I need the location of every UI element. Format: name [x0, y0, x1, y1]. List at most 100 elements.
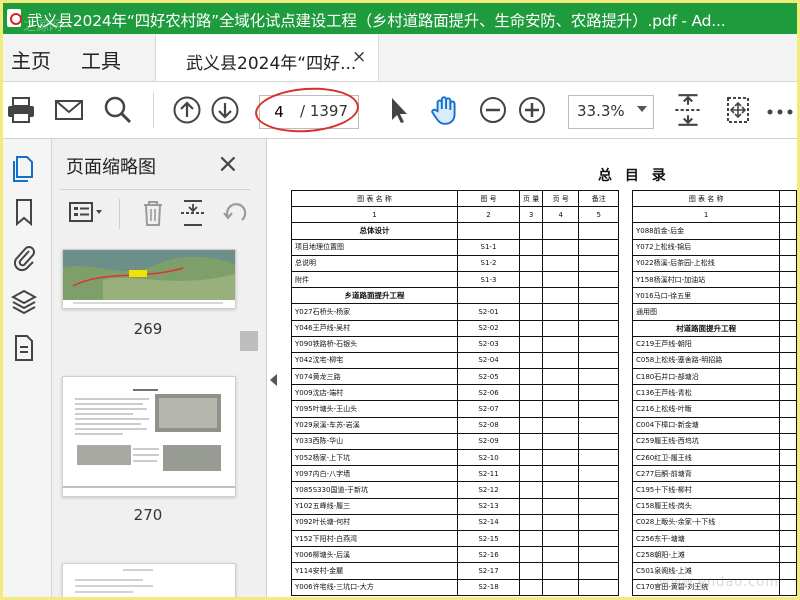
table-row: C136王芦线-青松	[631, 384, 797, 402]
table-cell: 4	[542, 206, 580, 224]
table-cell: S2-17	[457, 562, 520, 580]
collapse-panel-icon[interactable]	[270, 374, 277, 386]
table-cell	[518, 432, 544, 451]
tab-close-icon[interactable]: ×	[352, 47, 366, 67]
table-cell: Y052杨家-上下坑	[291, 448, 458, 467]
table-cell: 附件	[291, 270, 458, 289]
search-icon[interactable]	[102, 94, 134, 126]
table-cell: C136王芦线-青松	[631, 384, 781, 402]
navigation-rail	[3, 139, 52, 597]
hand-tool-icon[interactable]	[428, 93, 462, 127]
table-cell	[542, 303, 580, 321]
zoom-dropdown[interactable]: 33.3%	[568, 95, 654, 129]
select-cursor-icon[interactable]	[383, 94, 415, 126]
document-tab[interactable]: 武义县2024年“四好... ×	[155, 35, 379, 81]
table-cell: Y095叶塘头-王山头	[291, 400, 458, 418]
table-cell: C216上松线-叶畈	[631, 400, 781, 418]
fit-page-icon[interactable]	[671, 92, 705, 128]
table-row: C259履王线-西坞坑	[631, 432, 797, 451]
table-row: Y009沈店-端村 S2-06	[291, 384, 620, 402]
table-cell	[779, 238, 797, 256]
doc-thumbnail	[63, 389, 235, 488]
table-cell	[542, 335, 580, 353]
table-row: 项目地理位置图 S1-1	[291, 238, 620, 256]
table-cell: 村道路面提升工程	[631, 319, 781, 337]
table-cell: S2-09	[457, 432, 520, 451]
table-cell: Y022杨溪-后茶园-上松线	[631, 254, 781, 272]
thumbnail-page-next[interactable]	[62, 563, 236, 597]
full-screen-icon[interactable]	[722, 94, 754, 126]
extract-page-icon[interactable]	[178, 197, 208, 229]
table-cell: 图 表 名 称	[291, 189, 458, 208]
table-cell	[779, 562, 797, 580]
thumbnail-options-icon[interactable]	[68, 197, 106, 229]
table-cell	[578, 432, 620, 451]
table-cell	[518, 384, 544, 402]
attachments-icon[interactable]	[11, 242, 37, 272]
table-cell	[779, 546, 797, 564]
page-thumbnails-icon[interactable]	[11, 153, 37, 183]
table-cell: C258朝阳-上滩	[631, 546, 781, 564]
table-cell: Y006柳塘头-后溪	[291, 546, 458, 564]
rotate-page-icon[interactable]	[220, 197, 250, 229]
zoom-out-icon[interactable]	[477, 94, 509, 126]
table-cell: C259履王线-西坞坑	[631, 432, 781, 451]
table-cell	[542, 465, 580, 483]
more-options-icon[interactable]	[765, 94, 795, 126]
menu-tools[interactable]: 工具	[81, 45, 121, 74]
table-cell: 总说明	[291, 254, 458, 272]
table-row: Y085S330国道-于新坑 S2-12	[291, 481, 620, 499]
table-cell	[779, 254, 797, 272]
document-viewport[interactable]: 总 目 录 图 表 名 称图 号页 量页 号备注 1 2 3 4 5 总体设计 项目地理位置图…	[280, 139, 797, 597]
delete-page-icon[interactable]	[138, 197, 168, 229]
next-page-icon[interactable]	[209, 94, 241, 126]
print-icon[interactable]	[5, 94, 37, 126]
table-cell: Y114安村-金麓	[291, 562, 458, 580]
table-cell: Y158杨溪村口-加油站	[631, 270, 781, 289]
table-cell	[542, 529, 580, 548]
table-cell	[779, 270, 797, 289]
acrobat-window: 武义县2024年“四好农村路”全域化试点建设工程（乡村道路面提升、生命安防、农路…	[0, 0, 800, 600]
toc-table-right: 图 表 名 称 1 Y088前金-后金 Y072上松线-锦后 Y022杨溪-后茶园-上松…	[631, 189, 797, 596]
table-cell	[578, 497, 620, 515]
table-cell	[518, 368, 544, 386]
previous-page-icon[interactable]	[171, 94, 203, 126]
table-cell: S2-02	[457, 319, 520, 337]
table-cell	[542, 481, 580, 499]
table-cell: Y092叶长塘-何村	[291, 513, 458, 531]
table-row: 附件 S1-3	[291, 270, 620, 289]
table-cell: Y046王芦线-吴村	[291, 319, 458, 337]
thumbnail-page-269[interactable]	[62, 249, 236, 309]
layers-icon[interactable]	[11, 287, 37, 317]
thumbnail-page-270[interactable]	[62, 376, 236, 497]
content-icon[interactable]	[11, 333, 37, 363]
table-cell: S2-18	[457, 578, 520, 596]
table-cell	[518, 416, 544, 434]
table-row: C260红卫-履王线	[631, 448, 797, 467]
table-cell	[578, 384, 620, 402]
table-row: 乡道路面提升工程	[291, 287, 620, 305]
window-title: 武义县2024年“四好农村路”全域化试点建设工程（乡村道路面提升、生命安防、农路…	[27, 12, 726, 30]
table-row: Y097内白-八字墙 S2-11	[291, 465, 620, 483]
table-cell: Y090铁路桥-石银头	[291, 335, 458, 353]
panel-close-icon[interactable]: ×	[217, 149, 239, 179]
bookmarks-icon[interactable]	[11, 197, 37, 227]
table-cell	[518, 448, 544, 467]
menu-home[interactable]: 主页	[11, 45, 51, 74]
table-cell	[779, 513, 797, 531]
map-thumbnail	[63, 250, 235, 308]
table-cell: C028上畈头-余家-十下线	[631, 513, 781, 531]
table-row: 图 表 名 称图 号页 量页 号备注	[291, 189, 620, 208]
table-row: Y046王芦线-吴村 S2-02	[291, 319, 620, 337]
table-cell	[542, 319, 580, 337]
table-cell	[518, 400, 544, 418]
table-cell	[578, 222, 620, 240]
table-cell: 通用图	[631, 303, 781, 321]
email-icon[interactable]	[53, 94, 85, 126]
panel-separator	[60, 189, 250, 190]
zoom-in-icon[interactable]	[516, 94, 548, 126]
table-cell	[779, 303, 797, 321]
table-row: C004下樟口-新金塘	[631, 416, 797, 434]
panel-title: 页面缩略图	[66, 157, 156, 178]
panel-scrollbar[interactable]	[240, 331, 258, 351]
